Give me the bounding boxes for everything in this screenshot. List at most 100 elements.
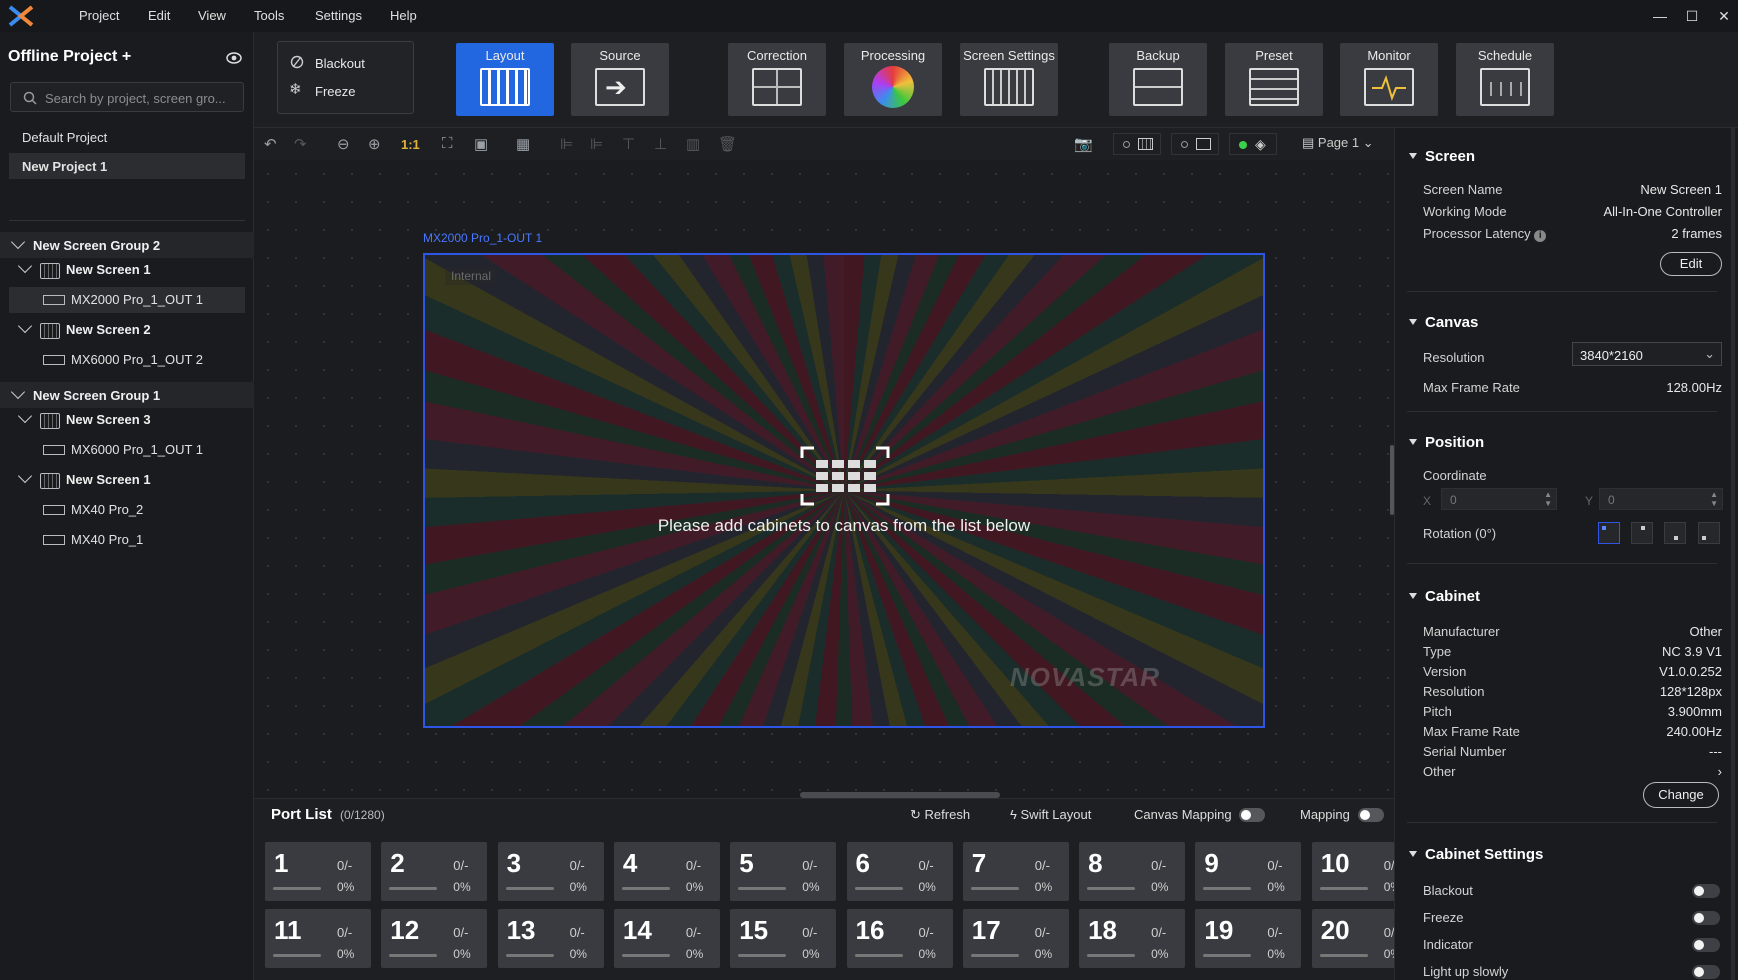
port-card[interactable]: 19 0/- 0%: [1195, 909, 1302, 968]
cabinet-setting-toggle[interactable]: [1692, 965, 1720, 979]
change-button[interactable]: Change: [1643, 782, 1719, 808]
screen-item[interactable]: New Screen 1: [17, 468, 151, 498]
fit-icon[interactable]: ⛶: [442, 135, 453, 152]
chevron-down-icon[interactable]: [10, 234, 26, 250]
edit-button[interactable]: Edit: [1660, 252, 1722, 276]
port-card[interactable]: 6 0/- 0%: [846, 842, 953, 901]
rotation-0-button[interactable]: [1598, 522, 1620, 544]
camera-icon[interactable]: 📷: [1074, 135, 1093, 153]
close-button[interactable]: ✕: [1712, 6, 1736, 26]
page-selector[interactable]: ▤ Page 1 ⌄: [1302, 135, 1374, 151]
port-card[interactable]: 10 0/- 0%: [1311, 842, 1394, 901]
cabinet-setting-toggle[interactable]: [1692, 911, 1720, 925]
chevron-down-icon[interactable]: [17, 408, 33, 424]
port-card[interactable]: 17 0/- 0%: [962, 909, 1069, 968]
port-card[interactable]: 15 0/- 0%: [730, 909, 837, 968]
output-item[interactable]: MX6000 Pro_1_OUT 1: [43, 442, 203, 468]
chevron-down-icon[interactable]: [10, 384, 26, 400]
panel-scrollbar[interactable]: [1731, 128, 1735, 980]
port-card[interactable]: 1 0/- 0%: [265, 842, 371, 901]
cabinet-setting-toggle[interactable]: [1692, 938, 1720, 952]
info-icon[interactable]: i: [1534, 230, 1547, 242]
port-card[interactable]: 3 0/- 0%: [497, 842, 604, 901]
tab-schedule[interactable]: Schedule: [1456, 43, 1554, 116]
align-top-icon[interactable]: ⊤: [622, 135, 635, 153]
rotation-270-button[interactable]: [1698, 522, 1720, 544]
port-card[interactable]: 14 0/- 0%: [613, 909, 720, 968]
output-item[interactable]: MX40 Pro_2: [43, 502, 143, 528]
y-coordinate-input[interactable]: 0 ▲ ▼: [1599, 488, 1723, 510]
port-card[interactable]: 5 0/- 0%: [730, 842, 837, 901]
resolution-select[interactable]: 3840*2160 ⌄: [1572, 342, 1722, 366]
cabinet-prop-value[interactable]: ›: [1718, 764, 1722, 779]
port-card[interactable]: 16 0/- 0%: [846, 909, 953, 968]
tab-layout[interactable]: Layout: [456, 43, 554, 116]
screen-item[interactable]: New Screen 3: [17, 408, 151, 438]
chevron-down-icon[interactable]: [17, 318, 33, 334]
display-toggle-1[interactable]: [1113, 133, 1161, 155]
port-card[interactable]: 7 0/- 0%: [962, 842, 1069, 901]
zoom-out-icon[interactable]: ⊖: [337, 135, 350, 153]
menu-help[interactable]: Help: [390, 8, 417, 23]
x-coordinate-input[interactable]: 0 ▲ ▼: [1441, 488, 1557, 510]
refresh-button[interactable]: ↻ Refresh: [910, 807, 970, 823]
menu-tools[interactable]: Tools: [254, 8, 284, 23]
section-cabinet[interactable]: Cabinet: [1409, 588, 1480, 605]
menu-edit[interactable]: Edit: [148, 8, 170, 23]
zoom-in-icon[interactable]: ⊕: [368, 135, 381, 153]
section-screen[interactable]: Screen: [1409, 148, 1475, 165]
minimize-button[interactable]: —: [1648, 6, 1672, 26]
screen-group-1[interactable]: New Screen Group 1: [0, 382, 254, 408]
output-item[interactable]: MX6000 Pro_1_OUT 2: [43, 352, 203, 378]
maximize-button[interactable]: ☐: [1680, 6, 1704, 26]
tab-source[interactable]: Source ➔: [571, 43, 669, 116]
cabinet-setting-toggle[interactable]: [1692, 884, 1720, 898]
section-canvas[interactable]: Canvas: [1409, 314, 1478, 331]
port-card[interactable]: 11 0/- 0%: [265, 909, 371, 968]
chevron-down-icon[interactable]: [17, 468, 33, 484]
freeze-button[interactable]: Freeze: [315, 84, 355, 99]
screen-item[interactable]: New Screen 1: [17, 258, 151, 288]
tab-processing[interactable]: Processing: [844, 43, 942, 116]
port-card[interactable]: 9 0/- 0%: [1195, 842, 1302, 901]
screen-group-2[interactable]: New Screen Group 2: [0, 232, 254, 258]
canvas-mapping-toggle[interactable]: [1239, 808, 1265, 822]
port-card[interactable]: 4 0/- 0%: [613, 842, 720, 901]
tab-correction[interactable]: Correction: [728, 43, 826, 116]
grid-icon[interactable]: ▦: [516, 135, 530, 153]
frame-icon[interactable]: ▣: [474, 135, 488, 153]
undo-icon[interactable]: ↶: [264, 135, 277, 153]
menu-view[interactable]: View: [198, 8, 226, 23]
rotation-90-button[interactable]: [1631, 522, 1653, 544]
swift-layout-button[interactable]: ϟ Swift Layout: [1010, 807, 1091, 822]
menu-settings[interactable]: Settings: [315, 8, 362, 23]
eye-icon[interactable]: [226, 52, 242, 64]
tab-screen-settings[interactable]: Screen Settings: [960, 43, 1058, 116]
screen-item[interactable]: New Screen 2: [17, 318, 151, 348]
port-card[interactable]: 13 0/- 0%: [497, 909, 604, 968]
actual-size-button[interactable]: 1:1: [401, 137, 420, 152]
blackout-button[interactable]: Blackout: [315, 56, 365, 71]
redo-icon[interactable]: ↷: [294, 135, 307, 153]
project-item-new-project-1[interactable]: New Project 1: [9, 153, 245, 179]
tab-monitor[interactable]: Monitor: [1340, 43, 1438, 116]
search-input[interactable]: Search by project, screen gro...: [10, 82, 244, 112]
chevron-down-icon[interactable]: [17, 258, 33, 274]
section-cabinet-settings[interactable]: Cabinet Settings: [1409, 846, 1543, 863]
tab-preset[interactable]: Preset: [1225, 43, 1323, 116]
distribute-icon[interactable]: ▥: [686, 135, 700, 153]
align-bottom-icon[interactable]: ⊥: [654, 135, 667, 153]
port-card[interactable]: 20 0/- 0%: [1311, 909, 1394, 968]
output-item[interactable]: MX2000 Pro_1_OUT 1: [9, 287, 245, 313]
port-card[interactable]: 12 0/- 0%: [381, 909, 488, 968]
port-card[interactable]: 8 0/- 0%: [1079, 842, 1186, 901]
rotation-180-button[interactable]: [1664, 522, 1686, 544]
align-left-icon[interactable]: ⊫: [560, 135, 573, 153]
delete-icon[interactable]: 🗑: [718, 135, 737, 153]
port-card[interactable]: 2 0/- 0%: [381, 842, 488, 901]
add-project-button[interactable]: +: [122, 48, 131, 65]
section-position[interactable]: Position: [1409, 434, 1484, 451]
display-toggle-2[interactable]: [1171, 133, 1219, 155]
menu-project[interactable]: Project: [79, 8, 119, 23]
mapping-toggle[interactable]: [1358, 808, 1384, 822]
